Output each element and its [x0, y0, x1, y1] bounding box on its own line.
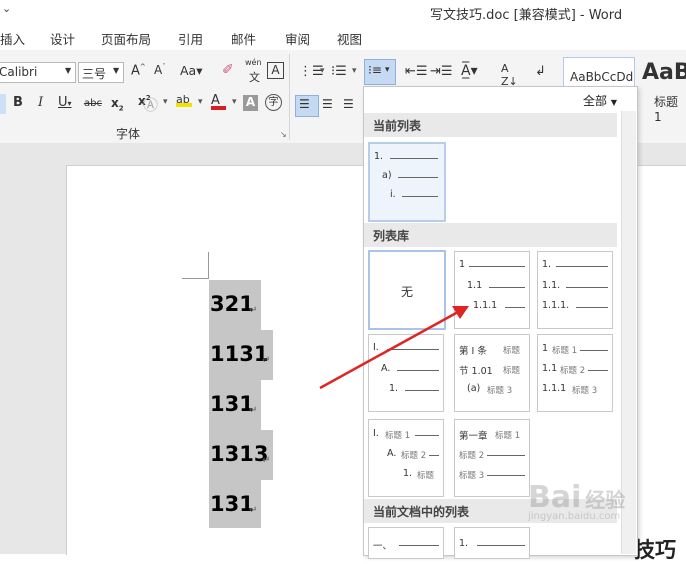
watermark-url: jingyan.baidu.com — [528, 511, 621, 522]
annotation-arrow — [319, 306, 469, 390]
watermark-text: Bai — [528, 480, 582, 515]
arrow-shaft — [319, 310, 459, 390]
watermark-text-2: 经验 — [585, 488, 626, 512]
watermark: Bai 经验 jingyan.baidu.com — [528, 480, 625, 522]
